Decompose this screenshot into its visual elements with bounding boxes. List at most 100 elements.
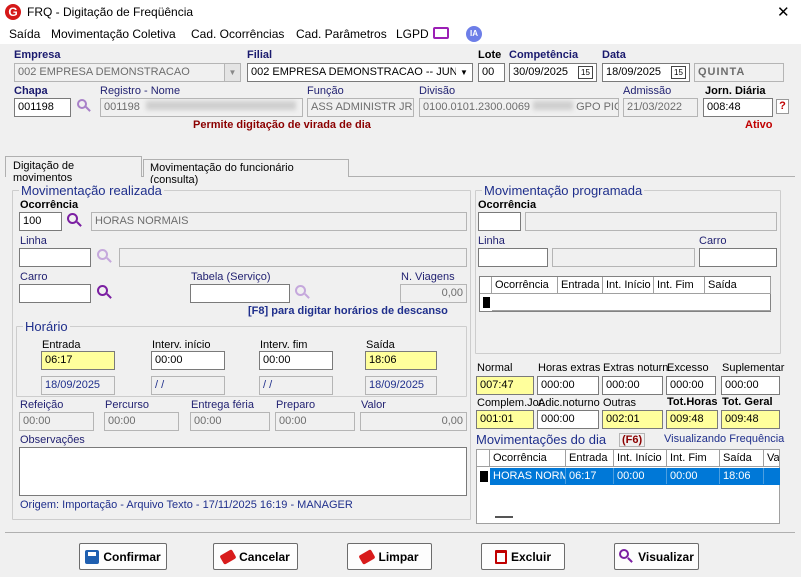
valor-label: Valor [361, 399, 386, 411]
prog-col-saida[interactable]: Saída [705, 277, 771, 294]
help-button[interactable]: ? [776, 99, 789, 114]
prog-col-intini[interactable]: Int. Início [603, 277, 654, 294]
status-badge: Ativo [745, 119, 773, 131]
dia-col-intini[interactable]: Int. Início [614, 450, 667, 467]
menu-cad-ocorrencias[interactable]: Cad. Ocorrências [191, 27, 284, 41]
entrada-label: Entrada [42, 339, 81, 351]
saida-input[interactable]: 18:06 [365, 351, 437, 370]
suplementar-value: 000:00 [721, 376, 780, 395]
complem-label: Complem.Jor. [477, 397, 545, 409]
dia-col-saida[interactable]: Saída [720, 450, 764, 467]
observacoes-label: Observações [20, 434, 85, 446]
chapa-search-icon[interactable] [77, 99, 91, 113]
confirmar-button[interactable]: Confirmar [79, 543, 167, 570]
chapa-label: Chapa [14, 85, 48, 97]
dia-col-ocorrencia[interactable]: Ocorrência [490, 450, 566, 467]
complem-value: 001:01 [476, 410, 534, 429]
excesso-label: Excesso [667, 362, 709, 374]
outras-label: Outras [603, 397, 637, 409]
ocorrencia-code-input[interactable]: 100 [19, 212, 62, 231]
noturn-label: Extras noturn. [603, 362, 672, 374]
ia-icon[interactable]: IA [466, 26, 482, 42]
jornada-label: Jorn. Diária [705, 85, 766, 97]
tabela-input[interactable] [190, 284, 290, 303]
normal-label: Normal [477, 362, 513, 374]
prog-linha-input[interactable] [478, 248, 548, 267]
intini-input[interactable]: 00:00 [151, 351, 225, 370]
dia-col-va[interactable]: Va [764, 450, 780, 467]
ocorrencia-desc: HORAS NORMAIS [91, 212, 467, 231]
empresa-dropdown-arrow[interactable]: ▼ [224, 64, 240, 81]
tothoras-value: 009:48 [666, 410, 718, 429]
competencia-calendar-icon[interactable]: 15 [578, 66, 593, 79]
filial-dropdown-arrow[interactable]: ▼ [456, 64, 472, 81]
empresa-label: Empresa [14, 49, 61, 61]
outras-value: 002:01 [602, 410, 663, 429]
carro-input[interactable] [19, 284, 91, 303]
divisao-input: 0100.0101.2300.0069 GPO PIC [419, 98, 619, 117]
intfim-input[interactable]: 00:00 [259, 351, 333, 370]
tab-consulta[interactable]: Movimentação do funcionário (consulta) [143, 159, 349, 186]
programada-grid[interactable]: Ocorrência Entrada Int. Início Int. Fim … [479, 276, 771, 312]
excluir-button[interactable]: Excluir [481, 543, 565, 570]
prog-ocorrencia-input[interactable] [478, 212, 521, 231]
preparo-input: 00:00 [275, 412, 355, 431]
dia-col-entrada[interactable]: Entrada [566, 450, 614, 467]
observacoes-textarea[interactable] [19, 447, 467, 496]
table-row[interactable]: HORAS NORM 06:17 00:00 00:00 18:06 [490, 468, 780, 485]
menu-cad-parametros[interactable]: Cad. Parâmetros [296, 27, 387, 41]
saida-date: 18/09/2025 [365, 376, 437, 395]
percurso-input: 00:00 [104, 412, 179, 431]
menu-saida[interactable]: Saída [9, 27, 40, 41]
linha-input[interactable] [19, 248, 91, 267]
main-window: G FRQ - Digitação de Freqüência ✕ Saída … [0, 0, 801, 577]
filial-select[interactable]: 002 EMPRESA DEMONSTRACAO -- JUNDIAI [247, 63, 473, 82]
eraser-icon [358, 548, 377, 565]
tab-digitacao[interactable]: Digitação de movimentos [5, 156, 142, 184]
dia-grid[interactable]: Ocorrência Entrada Int. Início Int. Fim … [476, 449, 780, 524]
cancelar-button[interactable]: Cancelar [213, 543, 298, 570]
noturn-value: 000:00 [602, 376, 663, 395]
prog-ocorrencia-desc [525, 212, 777, 231]
name-redacted [145, 101, 296, 110]
dia-col-intfim[interactable]: Int. Fim [667, 450, 720, 467]
monitor-icon[interactable] [433, 27, 449, 39]
entrada-input[interactable]: 06:17 [41, 351, 115, 370]
menu-lgpd[interactable]: LGPD [396, 27, 429, 41]
linha-search-icon[interactable] [97, 249, 112, 264]
app-logo-icon: G [5, 4, 21, 20]
lote-input[interactable]: 00 [478, 63, 505, 82]
visualizar-button[interactable]: Visualizar [614, 543, 699, 570]
save-icon [85, 549, 100, 564]
extras-label: Horas extras [538, 362, 601, 374]
horario-title: Horário [23, 319, 70, 334]
ocorrencia-search-icon[interactable] [67, 213, 82, 228]
preparo-label: Preparo [276, 399, 316, 411]
limpar-button[interactable]: Limpar [347, 543, 432, 570]
empresa-select[interactable]: 002 EMPRESA DEMONSTRACAO [14, 63, 241, 82]
data-calendar-icon[interactable]: 15 [671, 66, 686, 79]
eraser-icon [219, 548, 237, 565]
percurso-label: Percurso [105, 399, 150, 411]
prog-ocorrencia-label: Ocorrência [478, 199, 537, 211]
refeicao-input: 00:00 [19, 412, 94, 431]
grid-scrollbar[interactable] [495, 516, 513, 518]
jornada-input[interactable]: 008:48 [703, 98, 773, 117]
saida-label: Saída [366, 339, 395, 351]
close-icon[interactable]: ✕ [777, 3, 790, 21]
registro-input: 001198 [100, 98, 303, 117]
refeicao-label: Refeição [20, 399, 64, 411]
prog-col-intfim[interactable]: Int. Fim [654, 277, 705, 294]
intfim-label: Interv. fim [260, 339, 308, 351]
chapa-input[interactable]: 001198 [14, 98, 71, 117]
tabela-search-icon[interactable] [295, 285, 310, 300]
prog-linha-desc [552, 248, 695, 267]
window-title: FRQ - Digitação de Freqüência [27, 5, 194, 19]
ocorrencia-label: Ocorrência [20, 199, 79, 211]
lote-label: Lote [478, 49, 502, 61]
prog-carro-input[interactable] [699, 248, 777, 267]
menu-movimentacao-coletiva[interactable]: Movimentação Coletiva [51, 27, 176, 41]
prog-col-entrada[interactable]: Entrada [558, 277, 603, 294]
carro-search-icon[interactable] [97, 285, 112, 300]
prog-col-ocorrencia[interactable]: Ocorrência [492, 277, 558, 294]
